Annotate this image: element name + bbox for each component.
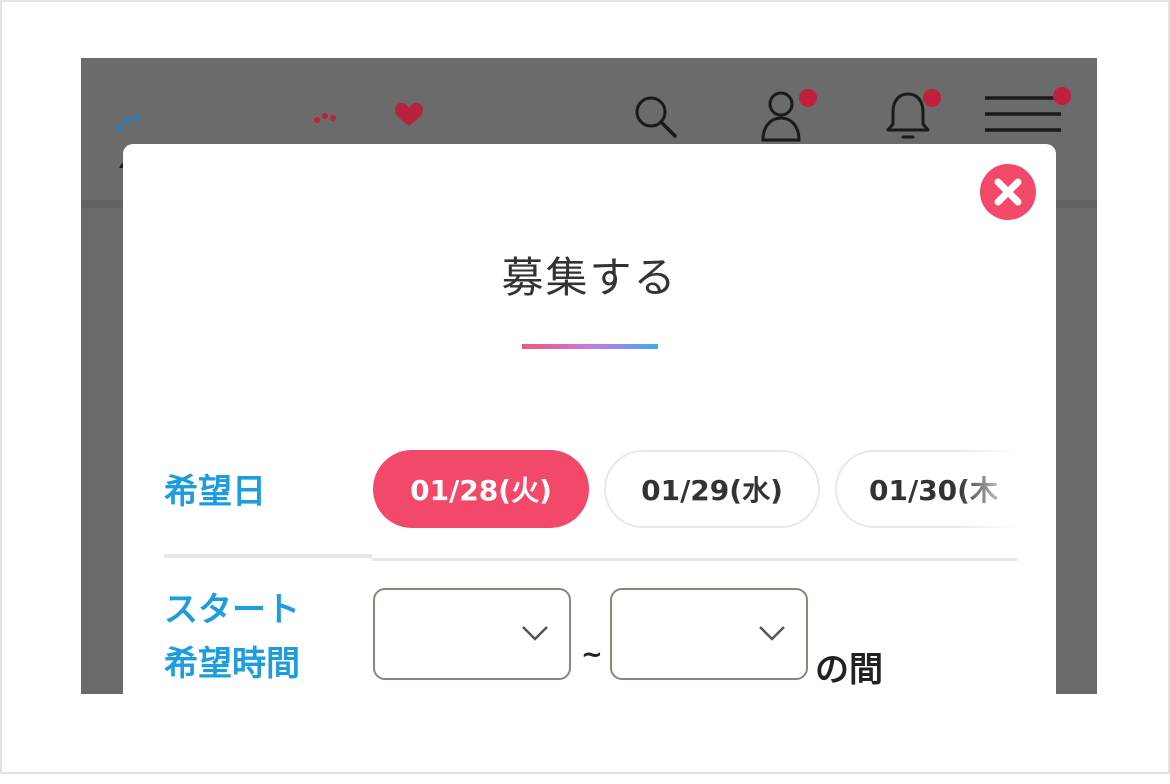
menu-icon[interactable] <box>981 94 1065 134</box>
menu-notification-dot <box>1053 87 1071 105</box>
date-chip-scroller[interactable]: 01/28(火) 01/29(水) 01/30(木 <box>373 444 1018 536</box>
frame-bottom-mask <box>0 694 1170 774</box>
desired-date-label: 希望日 <box>164 472 266 512</box>
close-button[interactable] <box>980 164 1036 220</box>
between-label: の間 <box>815 650 883 690</box>
label-divider <box>164 554 372 558</box>
row-divider <box>372 558 1017 561</box>
frame-left-border <box>0 694 2 774</box>
end-time-select[interactable] <box>610 588 808 680</box>
chevron-down-icon <box>522 626 548 641</box>
recruit-modal: 募集する 希望日 01/28(火) 01/29(水) 01/30(木 スタート … <box>123 144 1056 784</box>
date-chip-0128[interactable]: 01/28(火) <box>373 450 589 528</box>
search-icon[interactable] <box>631 92 681 142</box>
range-separator: ~ <box>581 640 603 670</box>
title-underline <box>522 344 658 349</box>
date-chip-0129[interactable]: 01/29(水) <box>604 450 820 528</box>
scroll-fade <box>958 444 1018 536</box>
close-icon <box>994 178 1022 206</box>
chevron-down-icon <box>759 626 785 641</box>
start-time-select[interactable] <box>373 588 571 680</box>
start-time-label-line1: スタート <box>164 590 300 630</box>
bell-notification-dot <box>923 89 941 107</box>
user-notification-dot <box>799 89 817 107</box>
modal-title: 募集する <box>501 253 678 302</box>
start-time-label-line2: 希望時間 <box>164 644 300 684</box>
